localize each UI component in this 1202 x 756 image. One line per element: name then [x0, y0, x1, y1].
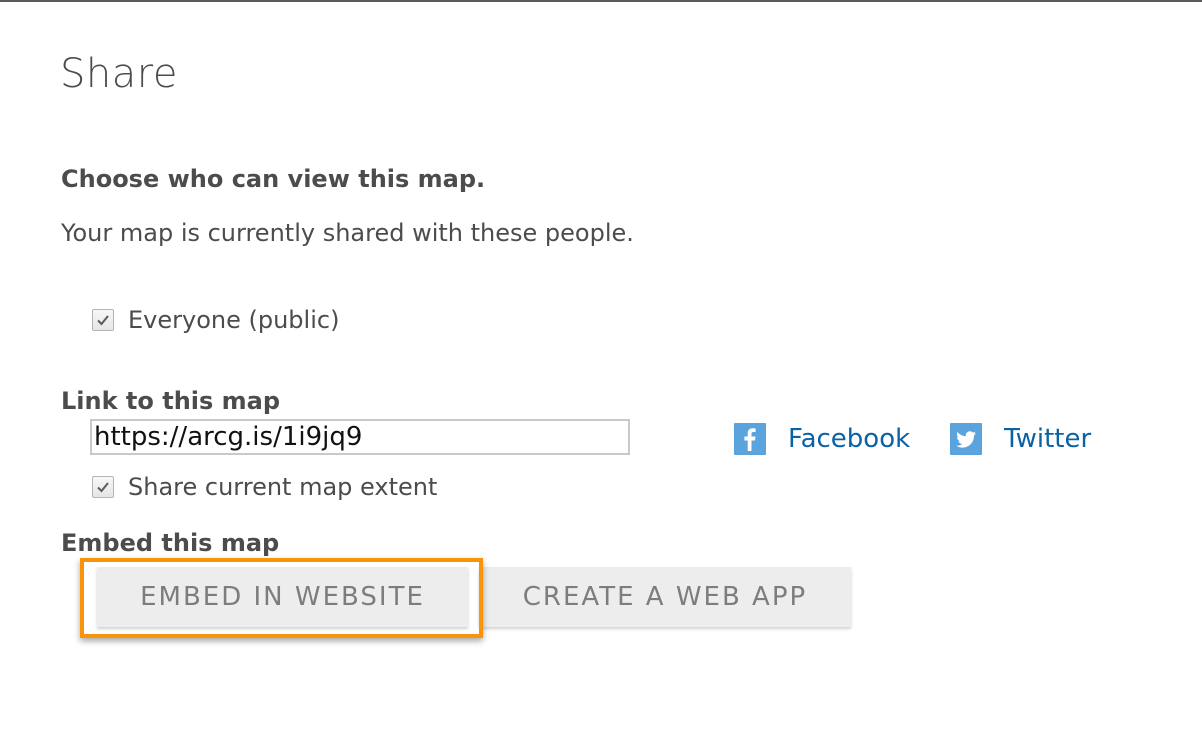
twitter-label: Twitter [1004, 424, 1092, 454]
create-web-app-button[interactable]: CREATE A WEB APP [479, 567, 851, 627]
map-link-input[interactable] [90, 419, 630, 455]
everyone-public-label: Everyone (public) [128, 306, 340, 334]
checkmark-icon [97, 482, 109, 493]
visibility-description: Your map is currently shared with these … [61, 219, 634, 247]
facebook-icon [734, 423, 766, 455]
link-heading: Link to this map [61, 387, 281, 415]
everyone-public-checkbox[interactable] [92, 309, 114, 331]
facebook-share-link[interactable]: Facebook [734, 422, 910, 456]
visibility-heading: Choose who can view this map. [61, 165, 486, 193]
twitter-share-link[interactable]: Twitter [950, 422, 1091, 456]
share-extent-checkbox[interactable] [92, 476, 114, 498]
embed-heading: Embed this map [61, 529, 280, 557]
share-extent-label: Share current map extent [128, 473, 438, 501]
share-dialog: Share Choose who can view this map. Your… [0, 0, 1202, 756]
everyone-public-checkbox-row[interactable]: Everyone (public) [92, 305, 339, 335]
dialog-title: Share [60, 51, 178, 97]
embed-in-website-button[interactable]: EMBED IN WEBSITE [97, 567, 468, 627]
facebook-label: Facebook [788, 424, 911, 454]
twitter-icon [950, 423, 982, 455]
checkmark-icon [97, 315, 109, 326]
share-extent-checkbox-row[interactable]: Share current map extent [92, 472, 437, 502]
